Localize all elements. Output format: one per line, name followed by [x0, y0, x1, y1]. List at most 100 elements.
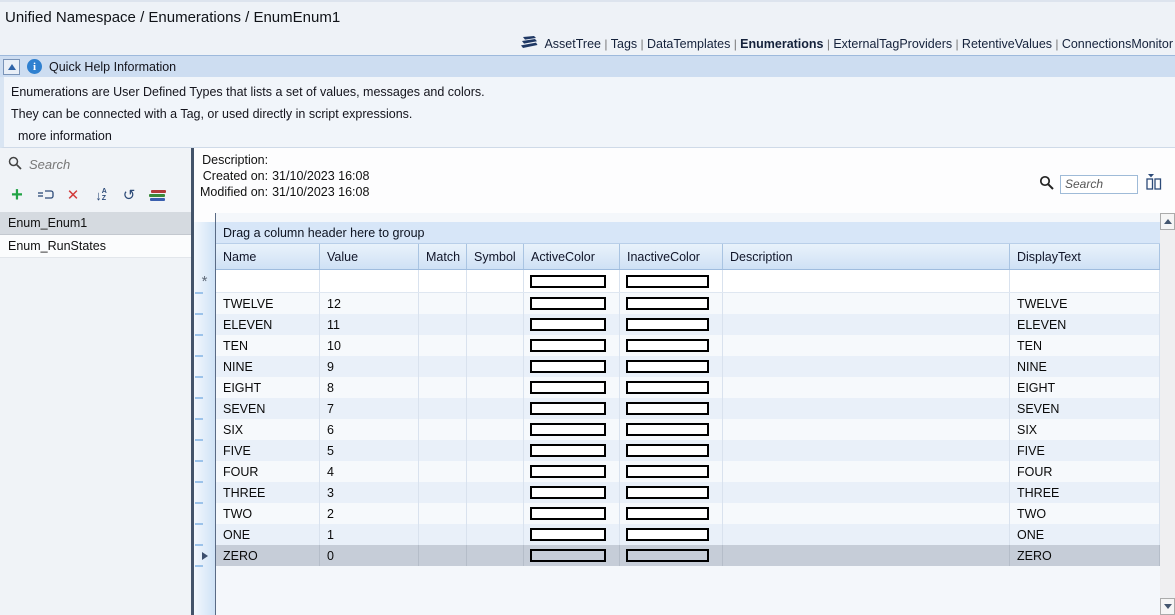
cell-display[interactable]: TEN [1010, 335, 1160, 356]
cell-display[interactable]: SIX [1010, 419, 1160, 440]
cell-symbol[interactable] [467, 270, 524, 292]
cell-symbol[interactable] [467, 461, 524, 482]
cell-activecolor[interactable] [524, 270, 620, 292]
table-row[interactable]: TWO2TWO [216, 503, 1160, 524]
column-header-displaytext[interactable]: DisplayText [1010, 244, 1160, 269]
inactive-color-swatch[interactable] [626, 444, 709, 457]
cell-value[interactable]: 4 [320, 461, 419, 482]
column-header-symbol[interactable]: Symbol [467, 244, 524, 269]
sort-button[interactable]: ↓AZ [92, 186, 110, 204]
cell-name[interactable]: TWELVE [216, 293, 320, 314]
inactive-color-swatch[interactable] [626, 486, 709, 499]
active-color-swatch[interactable] [530, 423, 606, 436]
scroll-down-button[interactable] [1160, 598, 1175, 615]
active-color-swatch[interactable] [530, 528, 606, 541]
cell-description[interactable] [723, 503, 1010, 524]
delete-button[interactable]: ✕ [64, 186, 82, 204]
cell-name[interactable]: ELEVEN [216, 314, 320, 335]
cell-match[interactable] [419, 314, 467, 335]
cell-name[interactable]: SEVEN [216, 398, 320, 419]
table-row[interactable] [216, 270, 1160, 293]
inactive-color-swatch[interactable] [626, 528, 709, 541]
table-row[interactable]: TWELVE12TWELVE [216, 293, 1160, 314]
cell-symbol[interactable] [467, 419, 524, 440]
cell-description[interactable] [723, 377, 1010, 398]
cell-activecolor[interactable] [524, 545, 620, 566]
cell-inactivecolor[interactable] [620, 419, 723, 440]
cell-value[interactable]: 3 [320, 482, 419, 503]
inactive-color-swatch[interactable] [626, 360, 709, 373]
collapse-button[interactable] [3, 59, 20, 75]
cell-symbol[interactable] [467, 356, 524, 377]
cell-description[interactable] [723, 482, 1010, 503]
cell-inactivecolor[interactable] [620, 524, 723, 545]
cell-activecolor[interactable] [524, 482, 620, 503]
table-row[interactable]: ELEVEN11ELEVEN [216, 314, 1160, 335]
column-header-inactivecolor[interactable]: InactiveColor [620, 244, 723, 269]
cell-inactivecolor[interactable] [620, 270, 723, 292]
cell-value[interactable]: 6 [320, 419, 419, 440]
cell-inactivecolor[interactable] [620, 377, 723, 398]
more-information-link[interactable]: more information [18, 129, 1175, 143]
cell-symbol[interactable] [467, 398, 524, 419]
cell-match[interactable] [419, 356, 467, 377]
cell-activecolor[interactable] [524, 335, 620, 356]
active-color-swatch[interactable] [530, 507, 606, 520]
cell-match[interactable] [419, 335, 467, 356]
cell-match[interactable] [419, 270, 467, 292]
cell-value[interactable]: 1 [320, 524, 419, 545]
cell-description[interactable] [723, 524, 1010, 545]
cell-value[interactable]: 2 [320, 503, 419, 524]
inactive-color-swatch[interactable] [626, 423, 709, 436]
cell-name[interactable]: FOUR [216, 461, 320, 482]
column-chooser-button[interactable] [1144, 174, 1163, 194]
active-color-swatch[interactable] [530, 444, 606, 457]
cell-match[interactable] [419, 377, 467, 398]
cell-inactivecolor[interactable] [620, 461, 723, 482]
cell-inactivecolor[interactable] [620, 440, 723, 461]
nav-tab-tags[interactable]: Tags [611, 37, 637, 51]
history-button[interactable]: ↺ [120, 186, 138, 204]
inactive-color-swatch[interactable] [626, 381, 709, 394]
cell-symbol[interactable] [467, 503, 524, 524]
cell-symbol[interactable] [467, 293, 524, 314]
cell-value[interactable]: 11 [320, 314, 419, 335]
cell-value[interactable] [320, 270, 419, 292]
cell-inactivecolor[interactable] [620, 398, 723, 419]
cell-display[interactable]: TWELVE [1010, 293, 1160, 314]
sidebar-item-enum_enum1[interactable]: Enum_Enum1 [0, 212, 191, 235]
active-color-swatch[interactable] [530, 549, 606, 562]
cell-activecolor[interactable] [524, 314, 620, 335]
cell-match[interactable] [419, 545, 467, 566]
cell-value[interactable]: 10 [320, 335, 419, 356]
active-color-swatch[interactable] [530, 318, 606, 331]
cell-activecolor[interactable] [524, 377, 620, 398]
cell-name[interactable]: EIGHT [216, 377, 320, 398]
grid-search-input[interactable] [1060, 175, 1138, 194]
cell-activecolor[interactable] [524, 440, 620, 461]
inactive-color-swatch[interactable] [626, 318, 709, 331]
cell-description[interactable] [723, 335, 1010, 356]
cell-display[interactable]: NINE [1010, 356, 1160, 377]
cell-display[interactable]: THREE [1010, 482, 1160, 503]
inactive-color-swatch[interactable] [626, 297, 709, 310]
scroll-up-button[interactable] [1160, 213, 1175, 230]
cell-display[interactable]: FOUR [1010, 461, 1160, 482]
cell-symbol[interactable] [467, 545, 524, 566]
active-color-swatch[interactable] [530, 275, 606, 288]
nav-tab-assettree[interactable]: AssetTree [544, 37, 601, 51]
cell-symbol[interactable] [467, 440, 524, 461]
cell-display[interactable]: ZERO [1010, 545, 1160, 566]
cell-name[interactable]: SIX [216, 419, 320, 440]
inactive-color-swatch[interactable] [626, 549, 709, 562]
group-by-band[interactable]: Drag a column header here to group [216, 222, 1160, 244]
cell-symbol[interactable] [467, 524, 524, 545]
cell-inactivecolor[interactable] [620, 335, 723, 356]
cell-match[interactable] [419, 419, 467, 440]
cell-description[interactable] [723, 314, 1010, 335]
cell-description[interactable] [723, 293, 1010, 314]
cell-value[interactable]: 0 [320, 545, 419, 566]
cell-display[interactable]: SEVEN [1010, 398, 1160, 419]
cell-description[interactable] [723, 461, 1010, 482]
cell-match[interactable] [419, 482, 467, 503]
